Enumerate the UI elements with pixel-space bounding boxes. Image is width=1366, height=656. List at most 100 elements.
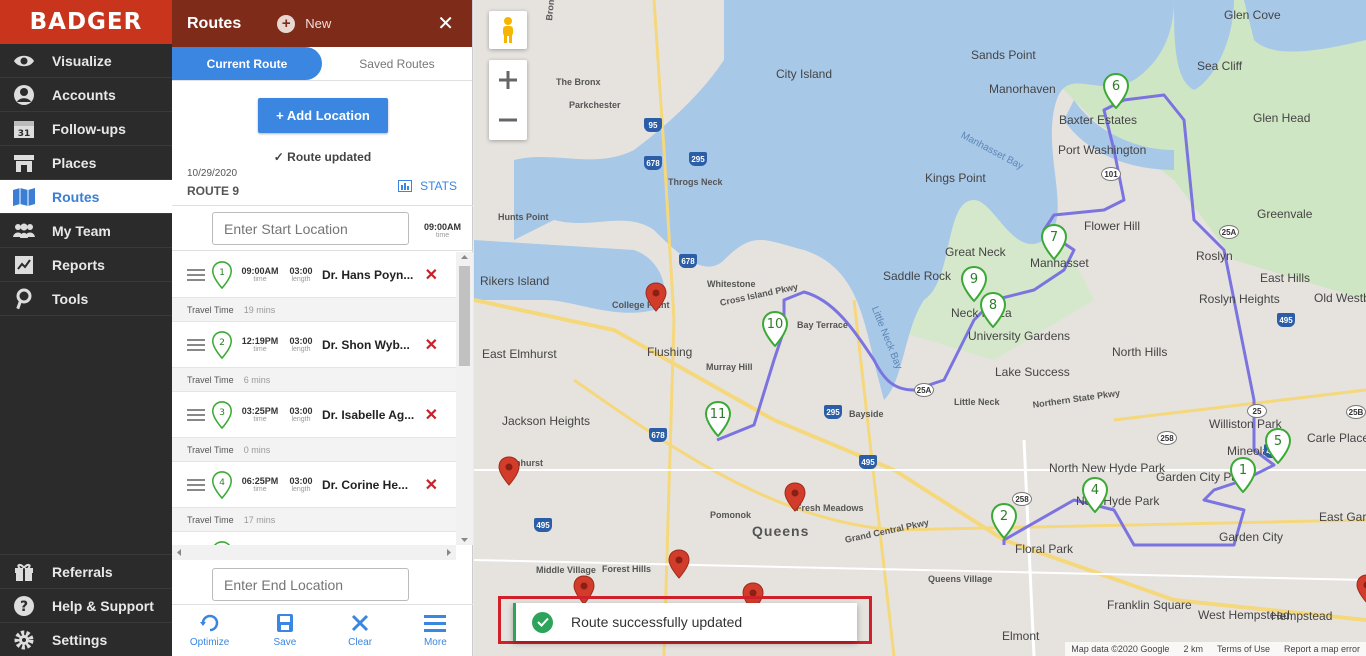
map-label: Fresh Meadows <box>796 503 864 513</box>
nav-item-accounts[interactable]: Accounts <box>0 78 172 112</box>
zoom-out-button[interactable] <box>489 100 527 140</box>
zoom-in-button[interactable] <box>489 60 527 100</box>
map-label: Little Neck <box>954 397 1000 407</box>
drag-handle-icon[interactable] <box>187 266 205 284</box>
scroll-down-icon[interactable] <box>456 535 473 545</box>
new-route-label: New <box>305 16 332 31</box>
nav-item-visualize[interactable]: Visualize <box>0 44 172 78</box>
terms-link[interactable]: Terms of Use <box>1217 644 1270 654</box>
travel-time-label: Travel Time <box>187 444 234 455</box>
main-nav: BADGER Visualize Accounts 31 Follow-ups Plac… <box>0 0 172 656</box>
route-stop-pin-icon[interactable]: 11 <box>704 400 732 438</box>
delete-stop-icon[interactable]: ✕ <box>425 405 438 425</box>
stop-name[interactable]: Dr. Hans Poyn... <box>322 268 416 282</box>
drag-handle-icon[interactable] <box>187 406 205 424</box>
route-stop-pin-icon[interactable]: 6 <box>1102 72 1130 110</box>
stop-name[interactable]: Dr. Shon Wyb... <box>322 338 416 352</box>
stop-time[interactable]: 06:25PM time <box>238 476 282 493</box>
stop-length-value: 03:00 <box>289 406 313 416</box>
map-label: Great Neck <box>945 245 1006 259</box>
end-location-input[interactable] <box>212 568 409 601</box>
stop-length[interactable]: 03:00 length <box>286 406 316 423</box>
stop-length[interactable]: 03:00 length <box>286 476 316 493</box>
clear-button[interactable]: Clear <box>323 605 398 656</box>
travel-time-row: Travel Time 19 mins <box>172 298 456 322</box>
nav-item-label: Accounts <box>52 86 116 103</box>
delete-stop-icon[interactable]: ✕ <box>425 475 438 495</box>
add-location-button[interactable]: + Add Location <box>258 98 388 133</box>
start-location-input[interactable] <box>212 212 409 245</box>
route-stop-pin-icon[interactable]: 1 <box>1229 456 1257 494</box>
stop-row[interactable]: 4 06:25PM time 03:00 length Dr. Corine He... ✕ <box>172 462 456 508</box>
stop-row[interactable]: 1 09:00AM time 03:00 length Dr. Hans Poyn... ✕ <box>172 252 456 298</box>
location-pin-icon[interactable] <box>498 456 520 486</box>
map-icon <box>12 186 36 208</box>
start-time[interactable]: 09:00AM time <box>424 222 461 239</box>
nav-item-follow-ups[interactable]: 31 Follow-ups <box>0 112 172 146</box>
highway-shield: 495 <box>1277 313 1295 327</box>
scroll-right-icon[interactable] <box>444 545 454 560</box>
team-icon <box>12 220 36 242</box>
tab-saved-routes[interactable]: Saved Routes <box>322 47 472 80</box>
stop-length[interactable]: 03:00 length <box>286 336 316 353</box>
calendar-icon: 31 <box>12 118 36 140</box>
stop-row[interactable]: 3 03:25PM time 03:00 length Dr. Isabelle Ag..… <box>172 392 456 438</box>
report-icon <box>12 254 36 276</box>
map-label: North Hills <box>1112 345 1168 359</box>
location-pin-icon[interactable] <box>668 549 690 579</box>
new-route-button[interactable]: + New <box>277 14 332 33</box>
stop-row-partial[interactable] <box>172 532 456 545</box>
route-stop-pin-icon[interactable]: 4 <box>1081 476 1109 514</box>
save-button[interactable]: Save <box>247 605 322 656</box>
report-error-link[interactable]: Report a map error <box>1284 644 1360 654</box>
map-label: Greenvale <box>1257 207 1313 221</box>
map-label: Parkchester <box>569 100 621 110</box>
nav-item-referrals[interactable]: Referrals <box>0 554 172 588</box>
route-map[interactable]: Glen Cove Sands Point City Island Sea Cliff… <box>474 0 1366 656</box>
stop-length[interactable]: 03:00 length <box>286 266 316 283</box>
route-stop-pin-icon[interactable]: 7 <box>1040 223 1068 261</box>
nav-item-settings[interactable]: Settings <box>0 622 172 656</box>
nav-item-tools[interactable]: Tools <box>0 282 172 316</box>
badger-logo[interactable]: BADGER <box>0 0 172 44</box>
stop-list-scrollbar[interactable] <box>456 252 473 545</box>
stop-row[interactable]: 2 12:19PM time 03:00 length Dr. Shon Wyb... ✕ <box>172 322 456 368</box>
travel-time-label: Travel Time <box>187 304 234 315</box>
delete-stop-icon[interactable]: ✕ <box>425 265 438 285</box>
nav-item-my-team[interactable]: My Team <box>0 214 172 248</box>
more-button[interactable]: More <box>398 605 473 656</box>
location-pin-icon[interactable] <box>784 482 806 512</box>
toast-notification[interactable]: Route successfully updated <box>513 603 857 641</box>
map-label: North New Hyde Park <box>1049 461 1166 475</box>
route-stop-pin-icon[interactable]: 10 <box>761 310 789 348</box>
scroll-up-icon[interactable] <box>456 252 473 262</box>
stop-time[interactable]: 09:00AM time <box>238 266 282 283</box>
street-view-pegman[interactable] <box>489 11 527 49</box>
route-stop-number: 11 <box>709 407 727 422</box>
delete-stop-icon[interactable]: ✕ <box>425 335 438 355</box>
stop-list-hscrollbar[interactable] <box>172 545 456 560</box>
svg-text:2: 2 <box>219 337 225 348</box>
optimize-button[interactable]: Optimize <box>172 605 247 656</box>
route-stop-pin-icon[interactable]: 9 <box>960 265 988 303</box>
scroll-left-icon[interactable] <box>174 545 184 560</box>
nav-item-help-support[interactable]: ? Help & Support <box>0 588 172 622</box>
nav-item-routes[interactable]: Routes <box>0 180 172 214</box>
stop-time[interactable]: 03:25PM time <box>238 406 282 423</box>
stats-button[interactable]: STATS <box>398 179 457 193</box>
nav-item-places[interactable]: Places <box>0 146 172 180</box>
drag-handle-icon[interactable] <box>187 336 205 354</box>
nav-item-reports[interactable]: Reports <box>0 248 172 282</box>
location-pin-icon[interactable] <box>645 282 667 312</box>
stop-name[interactable]: Dr. Isabelle Ag... <box>322 408 416 422</box>
stop-time[interactable]: 12:19PM time <box>238 336 282 353</box>
drag-handle-icon[interactable] <box>187 476 205 494</box>
stop-name[interactable]: Dr. Corine He... <box>322 478 416 492</box>
close-panel-button[interactable]: ✕ <box>437 11 454 36</box>
scrollbar-thumb[interactable] <box>459 266 470 366</box>
route-stop-pin-icon[interactable]: 2 <box>990 502 1018 540</box>
tab-current-route[interactable]: Current Route <box>172 47 322 80</box>
route-stop-pin-icon[interactable]: 5 <box>1264 427 1292 465</box>
location-pin-icon[interactable] <box>1356 574 1366 604</box>
map-label: Old Westbury <box>1314 291 1366 305</box>
